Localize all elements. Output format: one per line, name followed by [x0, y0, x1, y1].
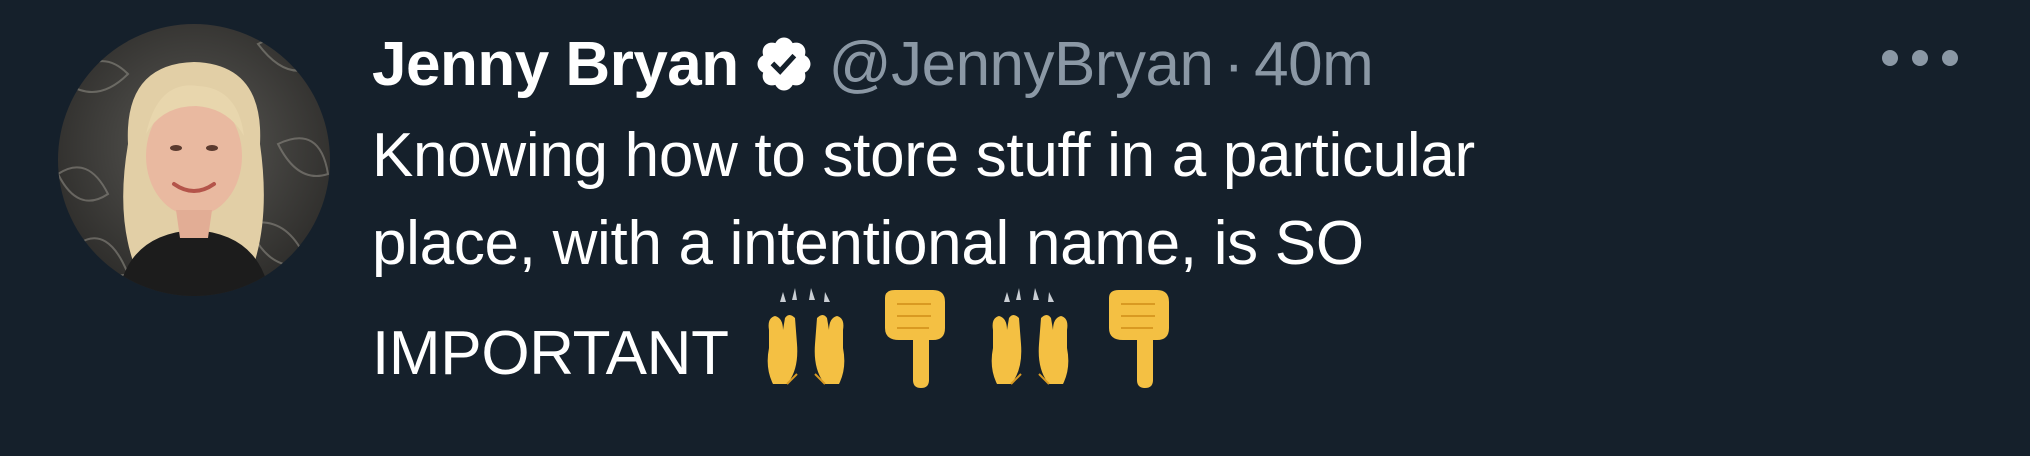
- emoji-row: [763, 288, 1211, 388]
- tweet-card[interactable]: Jenny Bryan @JennyBryan · 40m Knowing ho…: [0, 0, 2030, 456]
- tweet-text-fragment: IMPORTANT: [372, 319, 728, 388]
- separator-dot: ·: [1223, 29, 1245, 99]
- raising-hands-icon: [991, 288, 1068, 385]
- tweet-text-line: place, with a intentional name, is SO: [372, 209, 1364, 278]
- user-handle[interactable]: @JennyBryan: [829, 29, 1214, 100]
- pointing-down-icon: [884, 290, 945, 388]
- pointing-down-icon: [1108, 290, 1169, 388]
- display-name[interactable]: Jenny Bryan: [372, 29, 739, 100]
- raising-hands-icon: [767, 288, 844, 385]
- more-dot: [1942, 50, 1958, 66]
- more-dot: [1882, 50, 1898, 66]
- more-options-icon[interactable]: [1882, 48, 1958, 68]
- avatar[interactable]: [58, 24, 330, 296]
- tweet-text: Knowing how to store stuff in a particul…: [372, 112, 1872, 398]
- tweet-text-line-last: IMPORTANT: [372, 288, 1872, 398]
- tweet-header: Jenny Bryan @JennyBryan · 40m: [372, 22, 1970, 106]
- more-dot: [1912, 50, 1928, 66]
- verified-badge-icon: [753, 33, 815, 95]
- timestamp[interactable]: 40m: [1254, 29, 1374, 100]
- tweet-content: Jenny Bryan @JennyBryan · 40m Knowing ho…: [372, 22, 1970, 398]
- tweet-text-line: Knowing how to store stuff in a particul…: [372, 121, 1475, 190]
- avatar-image: [58, 24, 330, 296]
